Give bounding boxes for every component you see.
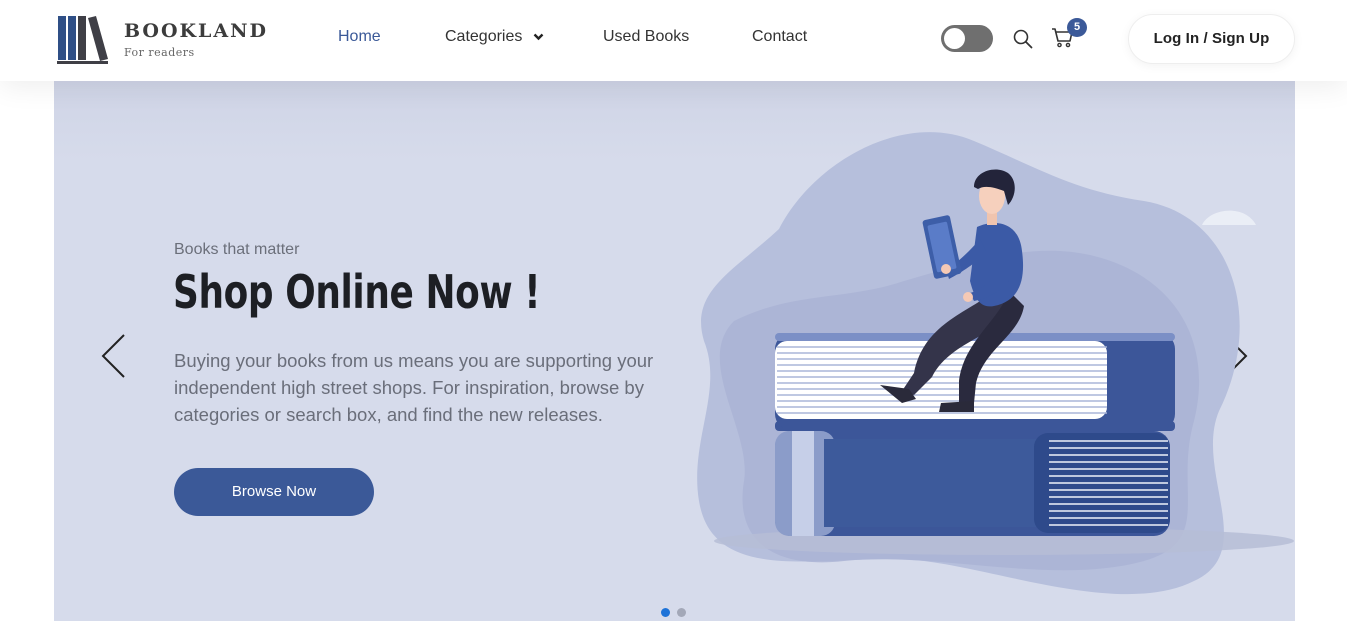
nav-item-categories-label: Categories	[445, 28, 523, 45]
brand-name: BOOKLAND	[124, 20, 268, 42]
books-logo-icon	[57, 16, 108, 64]
chevron-left-icon[interactable]	[100, 333, 128, 379]
theme-toggle[interactable]	[941, 25, 993, 52]
toggle-knob	[944, 28, 965, 49]
site-header: BOOKLAND For readers Home Categories Use…	[0, 0, 1347, 81]
hero-description: Buying your books from us means you are …	[174, 350, 654, 425]
nav-item-used-books[interactable]: Used Books	[603, 28, 689, 46]
search-icon[interactable]	[1012, 28, 1034, 50]
chevron-down-icon	[533, 33, 544, 40]
reader-on-books-illustration	[697, 132, 1294, 595]
slide-dot-2[interactable]	[677, 608, 686, 617]
nav-item-home[interactable]: Home	[338, 28, 381, 46]
hero-eyebrow: Books that matter	[174, 241, 300, 258]
brand-tagline: For readers	[124, 46, 195, 59]
hero-headline: Shop Online Now !	[173, 265, 541, 319]
login-signup-button[interactable]: Log In / Sign Up	[1128, 14, 1295, 64]
cart-count-badge: 5	[1067, 18, 1087, 37]
nav-item-contact[interactable]: Contact	[752, 28, 807, 46]
brand-logo[interactable]: BOOKLAND For readers	[57, 15, 266, 65]
nav-item-categories[interactable]: Categories	[445, 28, 544, 46]
browse-now-button[interactable]: Browse Now	[174, 468, 374, 516]
slide-dot-1[interactable]	[661, 608, 670, 617]
hero-slider: Books that matter Shop Online Now ! Buyi…	[54, 81, 1295, 621]
